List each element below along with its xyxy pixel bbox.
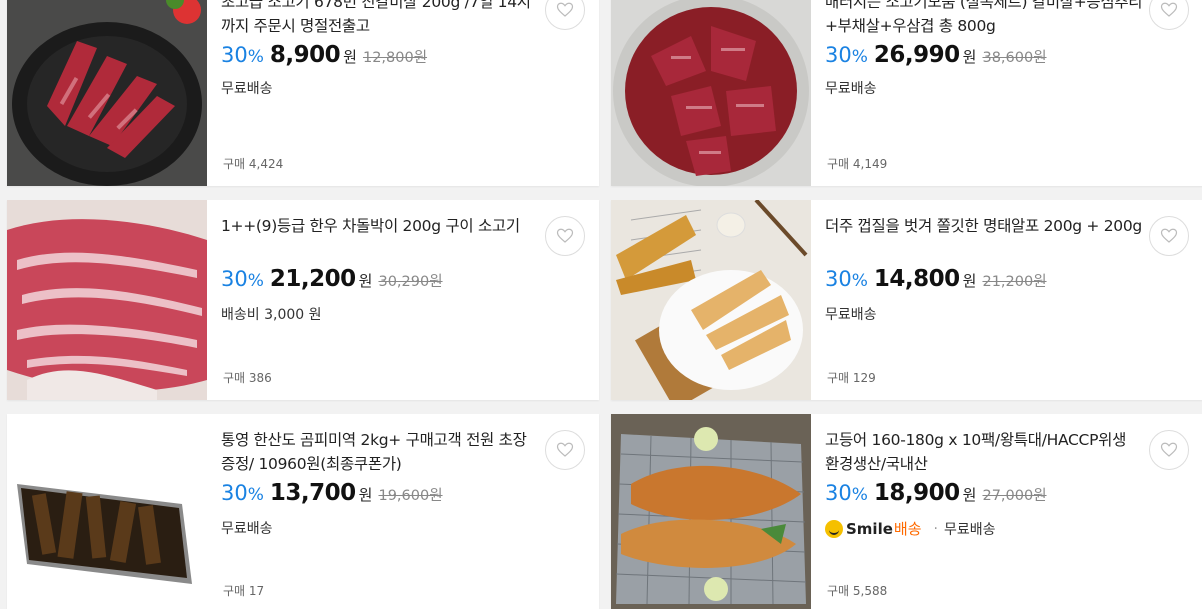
product-image-mackerel[interactable]: [611, 414, 811, 609]
price-row: 30% 14,800 원 21,200원: [825, 266, 1047, 292]
wishlist-button[interactable]: [545, 216, 585, 256]
purchase-count: 구매 5,588: [827, 584, 888, 598]
product-title[interactable]: 초고급 소고기 678번 진갈비살 200g /7일 14시까지 주문시 명절전…: [221, 0, 539, 38]
smile-delivery-text: 배송: [893, 520, 922, 538]
heart-icon: [1160, 2, 1178, 17]
wishlist-button[interactable]: [545, 0, 585, 30]
heart-icon: [556, 2, 574, 17]
original-price: 21,200원: [982, 274, 1047, 290]
smile-brand-text: Smile: [846, 519, 893, 538]
sale-price: 8,900: [269, 42, 341, 68]
shipping-info: 무료배송: [221, 81, 273, 97]
currency-label: 원: [358, 272, 373, 290]
separator: ·: [933, 520, 938, 537]
purchase-count: 구매 129: [827, 371, 876, 385]
product-info: 1++(9)등급 한우 차돌박이 200g 구이 소고기 30% 21,200 …: [221, 200, 539, 400]
purchase-count: 구매 4,149: [827, 157, 888, 171]
discount-rate: 30%: [825, 267, 868, 291]
heart-icon: [1160, 228, 1178, 243]
product-info: 고등어 160-180g x 10팩/왕특대/HACCP위생 환경생산/국내산 …: [825, 414, 1143, 609]
product-image-seaweed[interactable]: [7, 414, 207, 609]
product-grid: 초고급 소고기 678번 진갈비살 200g /7일 14시까지 주문시 명절전…: [0, 0, 1202, 609]
product-card[interactable]: 1++(9)등급 한우 차돌박이 200g 구이 소고기 30% 21,200 …: [7, 200, 599, 400]
sale-price: 13,700: [269, 480, 356, 506]
product-info: 더주 껍질을 벗겨 쫄깃한 명태알포 200g + 200g 30% 14,80…: [825, 200, 1143, 400]
currency-label: 원: [962, 48, 977, 66]
sale-price: 18,900: [873, 480, 960, 506]
wishlist-button[interactable]: [1149, 216, 1189, 256]
product-info: 통영 한산도 곰피미역 2kg+ 구매고객 전원 초장증정/ 10960원(최종…: [221, 414, 539, 609]
sale-price: 14,800: [873, 266, 960, 292]
price-row: 30% 26,990 원 38,600원: [825, 42, 1047, 68]
product-title[interactable]: 통영 한산도 곰피미역 2kg+ 구매고객 전원 초장증정/ 10960원(최종…: [221, 428, 539, 476]
original-price: 12,800원: [362, 50, 428, 66]
shipping-info: 배송비 3,000 원: [221, 307, 322, 323]
product-title[interactable]: 배터지는 소고기모둠 (실속세트) 갈비살+등심추리+부채살+우삼겹 총 800…: [825, 0, 1143, 38]
purchase-count: 구매 17: [223, 584, 265, 598]
heart-icon: [556, 442, 574, 457]
product-title[interactable]: 더주 껍질을 벗겨 쫄깃한 명태알포 200g + 200g: [825, 214, 1143, 238]
product-image-dried-pollock[interactable]: [611, 200, 811, 400]
product-image-beef-bowl[interactable]: [611, 0, 811, 186]
wishlist-button[interactable]: [1149, 0, 1189, 30]
product-card[interactable]: 초고급 소고기 678번 진갈비살 200g /7일 14시까지 주문시 명절전…: [7, 0, 599, 186]
sale-price: 21,200: [269, 266, 356, 292]
shipping-info: 무료배송: [221, 521, 273, 537]
product-title[interactable]: 고등어 160-180g x 10팩/왕특대/HACCP위생 환경생산/국내산: [825, 428, 1143, 476]
product-title[interactable]: 1++(9)등급 한우 차돌박이 200g 구이 소고기: [221, 214, 539, 238]
price-row: 30% 8,900 원 12,800원: [221, 42, 427, 68]
heart-icon: [1160, 442, 1178, 457]
smile-delivery-badge: Smile 배송: [825, 518, 922, 539]
discount-rate: 30%: [825, 481, 868, 505]
price-row: 30% 18,900 원 27,000원: [825, 480, 1047, 506]
shipping-text: 무료배송: [943, 521, 996, 538]
product-card[interactable]: 고등어 160-180g x 10팩/왕특대/HACCP위생 환경생산/국내산 …: [611, 414, 1202, 609]
product-card[interactable]: 통영 한산도 곰피미역 2kg+ 구매고객 전원 초장증정/ 10960원(최종…: [7, 414, 599, 609]
wishlist-button[interactable]: [1149, 430, 1189, 470]
product-image-marbled-beef[interactable]: [7, 200, 207, 400]
currency-label: 원: [343, 48, 357, 66]
product-image-beef-steak[interactable]: [7, 0, 207, 186]
currency-label: 원: [962, 486, 977, 504]
shipping-info: 무료배송: [825, 307, 877, 323]
original-price: 30,290원: [378, 274, 443, 290]
product-info: 초고급 소고기 678번 진갈비살 200g /7일 14시까지 주문시 명절전…: [221, 0, 539, 186]
discount-rate: 30%: [221, 43, 264, 67]
shipping-info: Smile 배송 · 무료배송: [825, 518, 995, 539]
wishlist-button[interactable]: [545, 430, 585, 470]
discount-rate: 30%: [825, 43, 868, 67]
original-price: 38,600원: [982, 50, 1047, 66]
currency-label: 원: [962, 272, 977, 290]
discount-rate: 30%: [221, 481, 264, 505]
heart-icon: [556, 228, 574, 243]
sale-price: 26,990: [873, 42, 960, 68]
product-card[interactable]: 더주 껍질을 벗겨 쫄깃한 명태알포 200g + 200g 30% 14,80…: [611, 200, 1202, 400]
price-row: 30% 13,700 원 19,600원: [221, 480, 443, 506]
original-price: 27,000원: [982, 488, 1047, 504]
purchase-count: 구매 4,424: [223, 157, 284, 171]
original-price: 19,600원: [378, 488, 443, 504]
purchase-count: 구매 386: [223, 371, 272, 385]
price-row: 30% 21,200 원 30,290원: [221, 266, 443, 292]
currency-label: 원: [358, 486, 373, 504]
discount-rate: 30%: [221, 267, 264, 291]
product-card[interactable]: 배터지는 소고기모둠 (실속세트) 갈비살+등심추리+부채살+우삼겹 총 800…: [611, 0, 1202, 186]
product-info: 배터지는 소고기모둠 (실속세트) 갈비살+등심추리+부채살+우삼겹 총 800…: [825, 0, 1143, 186]
smile-icon: [825, 519, 843, 538]
shipping-info: 무료배송: [825, 81, 877, 97]
